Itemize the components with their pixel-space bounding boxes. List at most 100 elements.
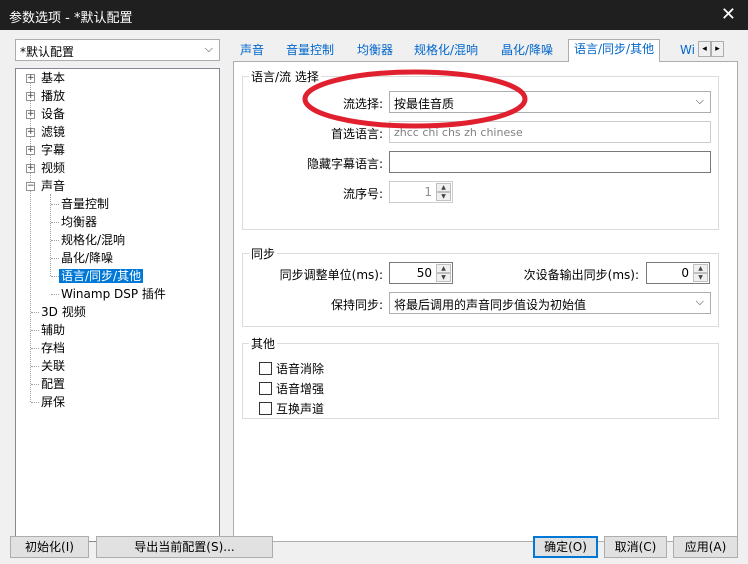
tree-item-winamp-dsp[interactable]: Winamp DSP 插件 (59, 285, 168, 303)
close-icon[interactable]: ✕ (721, 4, 736, 25)
stream-select-label: 流选择: (342, 97, 383, 111)
stream-number-value: 1 (424, 185, 432, 199)
checkbox-label: 语音消除 (276, 362, 325, 376)
secondary-device-sync-stepper[interactable]: 0 ▲ ▼ (646, 262, 710, 284)
tree-item-label: 配置 (41, 377, 66, 391)
chevron-down-icon: ⌵ (695, 295, 704, 308)
spin-down-icon[interactable]: ▼ (693, 273, 708, 282)
swap-channels-checkbox[interactable]: 互换声道 (259, 400, 324, 417)
stream-number-stepper[interactable]: 1 ▲ ▼ (389, 181, 453, 203)
profile-select[interactable]: *默认配置 ⌵ (15, 39, 220, 61)
expand-icon[interactable]: + (26, 146, 35, 155)
tab-equalizer[interactable]: 均衡器 (352, 41, 398, 61)
tab-crystal-denoise[interactable]: 晶化/降噪 (496, 41, 558, 61)
voice-cancel-checkbox[interactable]: 语音消除 (259, 360, 324, 377)
tab-audio[interactable]: 声音 (235, 41, 269, 61)
keep-sync-value: 将最后调用的声音同步值设为初始值 (394, 298, 587, 312)
tree-item-label: 字幕 (41, 143, 66, 157)
checkbox-label: 语音增强 (276, 382, 325, 396)
tab-winamp-truncated[interactable]: Wi (678, 41, 700, 61)
window-title: 参数选项 - *默认配置 (9, 11, 133, 26)
hidden-subtitle-language-field[interactable] (389, 151, 711, 173)
tree-item-label: 语言/同步/其他 (59, 269, 144, 283)
profile-select-value: *默认配置 (20, 45, 75, 59)
tree-item-lang-sync-other[interactable]: 语言/同步/其他 (59, 267, 144, 285)
initialize-button[interactable]: 初始化(I) (10, 536, 89, 558)
tree-item-filters[interactable]: + 滤镜 (24, 123, 67, 141)
tree-item-assist[interactable]: 辅助 (39, 321, 67, 339)
keep-sync-label: 保持同步: (330, 298, 383, 312)
spin-up-icon[interactable]: ▲ (693, 264, 708, 273)
voice-enhance-checkbox[interactable]: 语音增强 (259, 380, 324, 397)
tree-item-screensaver[interactable]: 屏保 (39, 393, 67, 411)
secondary-device-sync-label: 次设备输出同步(ms): (523, 268, 639, 282)
tree-item-normalize-reverb[interactable]: 规格化/混响 (59, 231, 127, 249)
tree-guide-line (31, 366, 39, 367)
expand-icon[interactable]: + (26, 128, 35, 137)
secondary-device-sync-value: 0 (681, 266, 689, 280)
tab-lang-sync-other[interactable]: 语言/同步/其他 (568, 39, 661, 62)
cancel-button[interactable]: 取消(C) (604, 536, 667, 558)
checkbox-box[interactable] (259, 382, 272, 395)
tree-item-association[interactable]: 关联 (39, 357, 67, 375)
hidden-subtitle-language-label: 隐藏字幕语言: (306, 157, 383, 171)
tree-item-basic[interactable]: + 基本 (24, 69, 67, 87)
tree-item-label: 屏保 (41, 395, 66, 409)
lang-stream-group: 语言/流 选择 流选择: 按最佳音质 ⌵ 首选语言: zhcc chi chs … (242, 68, 719, 230)
export-config-button[interactable]: 导出当前配置(S)... (96, 536, 273, 558)
tree-item-playback[interactable]: + 播放 (24, 87, 67, 105)
settings-tree[interactable]: + 基本 + 播放 + 设备 + 滤镜 + 字幕 + 视频 − 声音 音量控制 (15, 68, 220, 542)
tree-guide-line (51, 294, 59, 295)
spin-down-icon[interactable]: ▼ (436, 192, 451, 201)
expand-icon[interactable]: + (26, 110, 35, 119)
tree-item-label: 播放 (41, 89, 66, 103)
spin-up-icon[interactable]: ▲ (436, 264, 451, 273)
tree-item-label: 滤镜 (41, 125, 66, 139)
tab-normalize-reverb[interactable]: 规格化/混响 (409, 41, 483, 61)
tree-item-audio[interactable]: − 声音 (24, 177, 67, 195)
checkbox-box[interactable] (259, 402, 272, 415)
tree-guide-line (51, 276, 59, 277)
tree-item-equalizer[interactable]: 均衡器 (59, 213, 99, 231)
group-title: 同步 (249, 245, 278, 262)
tree-guide-line (31, 312, 39, 313)
title-bar: 参数选项 - *默认配置 ✕ (0, 0, 748, 30)
tree-guide-line (31, 402, 39, 403)
tree-guide-line (31, 384, 39, 385)
spin-down-icon[interactable]: ▼ (436, 273, 451, 282)
spin-up-icon[interactable]: ▲ (436, 183, 451, 192)
tab-scroll-right-icon[interactable]: ▸ (711, 41, 724, 57)
stream-select[interactable]: 按最佳音质 ⌵ (389, 91, 711, 113)
other-group: 其他 语音消除 语音增强 互换声道 (242, 335, 719, 419)
tab-volume[interactable]: 音量控制 (281, 41, 339, 61)
tree-item-label: 设备 (41, 107, 66, 121)
checkbox-box[interactable] (259, 362, 272, 375)
expand-icon[interactable]: + (26, 164, 35, 173)
sync-unit-stepper[interactable]: 50 ▲ ▼ (389, 262, 453, 284)
tree-item-crystal-denoise[interactable]: 晶化/降噪 (59, 249, 115, 267)
preferred-language-field[interactable]: zhcc chi chs zh chinese (389, 121, 711, 143)
apply-button[interactable]: 应用(A) (673, 536, 738, 558)
tree-guide-line (51, 258, 59, 259)
tree-item-3d-video[interactable]: 3D 视频 (39, 303, 88, 321)
tree-guide-line (51, 240, 59, 241)
ok-button[interactable]: 确定(O) (533, 536, 598, 558)
tab-scroll-left-icon[interactable]: ◂ (698, 41, 711, 57)
tree-item-config[interactable]: 配置 (39, 375, 67, 393)
tree-item-device[interactable]: + 设备 (24, 105, 67, 123)
chevron-down-icon: ⌵ (204, 42, 213, 55)
expand-icon[interactable]: + (26, 74, 35, 83)
tree-item-video[interactable]: + 视频 (24, 159, 67, 177)
tree-guide-line (51, 204, 59, 205)
chevron-down-icon: ⌵ (695, 94, 704, 107)
sync-unit-label: 同步调整单位(ms): (279, 268, 383, 282)
tree-item-subtitles[interactable]: + 字幕 (24, 141, 67, 159)
tree-item-archive[interactable]: 存档 (39, 339, 67, 357)
group-title: 其他 (249, 335, 278, 352)
expand-icon[interactable]: + (26, 92, 35, 101)
collapse-icon[interactable]: − (26, 182, 35, 191)
settings-panel: 语言/流 选择 流选择: 按最佳音质 ⌵ 首选语言: zhcc chi chs … (233, 61, 738, 542)
keep-sync-select[interactable]: 将最后调用的声音同步值设为初始值 ⌵ (389, 292, 711, 314)
tree-guide-line (51, 222, 59, 223)
tree-item-volume[interactable]: 音量控制 (59, 195, 111, 213)
